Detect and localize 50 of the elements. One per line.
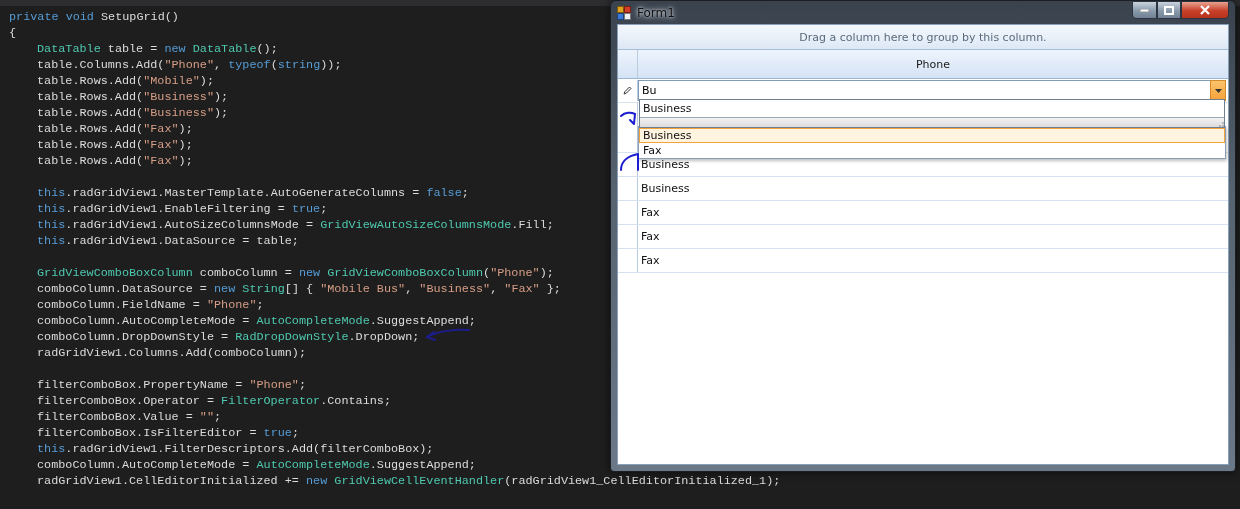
window-title: Form1 bbox=[637, 5, 675, 20]
table-cell-text: Fax bbox=[640, 253, 661, 269]
resize-grip-icon bbox=[1219, 122, 1224, 127]
code-line: table.Rows.Add("Fax"); bbox=[37, 137, 193, 153]
dropdown-button[interactable] bbox=[1210, 80, 1226, 101]
code-line: comboColumn.DataSource = new String[] { "Mobile Bus", "Business", "Fax" }; bbox=[37, 281, 561, 297]
code-line: filterComboBox.IsFilterEditor = true; bbox=[37, 425, 299, 441]
minimize-button[interactable] bbox=[1132, 1, 1157, 19]
code-line: this.radGridView1.AutoSizeColumnsMode = GridViewAutoSizeColumnsMode.Fill; bbox=[37, 217, 554, 233]
maximize-icon bbox=[1164, 5, 1174, 15]
minimize-icon bbox=[1140, 8, 1149, 12]
code-line: filterComboBox.PropertyName = "Phone"; bbox=[37, 377, 307, 393]
code-line: { bbox=[9, 25, 17, 41]
code-line: filterComboBox.Value = ""; bbox=[37, 409, 222, 425]
code-line: table.Rows.Add("Business"); bbox=[37, 105, 229, 121]
code-line: comboColumn.FieldName = "Phone"; bbox=[37, 297, 264, 313]
code-line: comboColumn.DropDownStyle = RadDropDownStyle.DropDown; bbox=[37, 329, 420, 345]
close-button[interactable] bbox=[1181, 1, 1229, 19]
table-cell-text: Business bbox=[640, 157, 691, 173]
code-line: filterComboBox.Operator = FilterOperator.Contains; bbox=[37, 393, 391, 409]
table-cell-text: Fax bbox=[640, 229, 661, 245]
code-line: table.Rows.Add("Fax"); bbox=[37, 153, 193, 169]
code-line: comboColumn.AutoCompleteMode = AutoCompleteMode.SuggestAppend; bbox=[37, 457, 476, 473]
pencil-icon bbox=[623, 86, 632, 95]
code-line: table.Rows.Add("Mobile"); bbox=[37, 73, 214, 89]
code-line: this.radGridView1.MasterTemplate.AutoGenerateColumns = false; bbox=[37, 185, 469, 201]
pen-arrow-icon bbox=[424, 328, 470, 342]
code-line: table.Rows.Add("Fax"); bbox=[37, 121, 193, 137]
code-line: private void SetupGrid() bbox=[9, 9, 179, 25]
table-cell-text: Business bbox=[640, 181, 691, 197]
app-icon bbox=[617, 5, 631, 20]
code-line: radGridView1.Columns.Add(comboColumn); bbox=[37, 345, 306, 361]
code-line: comboColumn.AutoCompleteMode = AutoCompleteMode.SuggestAppend; bbox=[37, 313, 476, 329]
maximize-button[interactable] bbox=[1157, 1, 1181, 19]
code-line: table.Rows.Add("Business"); bbox=[37, 89, 229, 105]
code-line: table.Columns.Add("Phone", typeof(string)); bbox=[37, 57, 342, 73]
group-panel-hint: Drag a column here to group by this column. bbox=[799, 30, 1047, 44]
code-line: this.radGridView1.DataSource = table; bbox=[37, 233, 299, 249]
code-line: this.radGridView1.FilterDescriptors.Add(filterComboBox); bbox=[37, 441, 434, 457]
code-line: this.radGridView1.EnableFiltering = true; bbox=[37, 201, 328, 217]
close-icon bbox=[1200, 5, 1210, 15]
table-cell-text: Fax bbox=[640, 205, 661, 221]
code-line: DataTable table = new DataTable(); bbox=[37, 41, 278, 57]
pen-arrow-icon bbox=[619, 152, 639, 172]
dropdown-item[interactable]: Business bbox=[639, 128, 1225, 143]
code-line: GridViewComboBoxColumn comboColumn = new GridViewComboBoxColumn("Phone"); bbox=[37, 265, 554, 281]
dropdown-item[interactable]: Fax bbox=[639, 143, 1225, 158]
caret-icon bbox=[1214, 88, 1222, 93]
pen-arrow-icon bbox=[619, 110, 637, 126]
code-line: radGridView1.CellEditorInitialized += new GridViewCellEventHandler(radGridView1_CellEditorInitialized_1); bbox=[37, 473, 781, 489]
